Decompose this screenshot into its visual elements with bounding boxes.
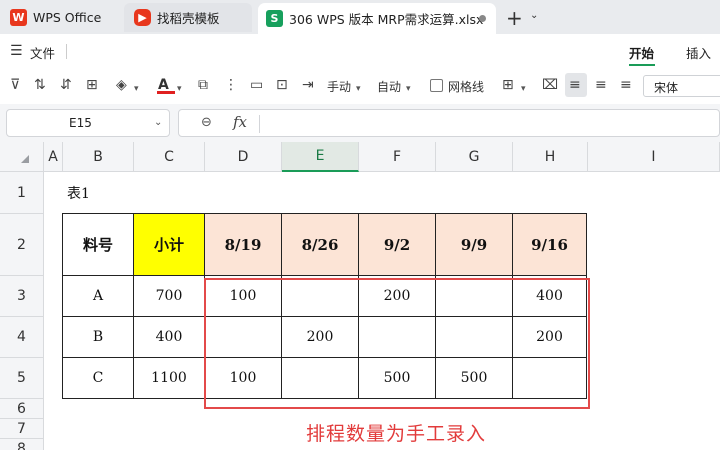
- tab-bar: W WPS Office ▶ 找稻壳模板 S 306 WPS 版本 MRP需求运…: [0, 0, 720, 34]
- wps-logo-icon: W: [10, 9, 27, 26]
- table-caption[interactable]: 表1: [67, 183, 90, 203]
- header-date[interactable]: 9/2: [359, 214, 436, 276]
- select-all-corner[interactable]: [0, 142, 44, 172]
- column-header-i[interactable]: I: [588, 142, 720, 172]
- chevron-down-icon[interactable]: ▾: [356, 80, 361, 98]
- cell-subtotal[interactable]: 1100: [134, 358, 205, 399]
- align-right-icon[interactable]: ≡: [620, 76, 632, 94]
- tab-label: 找稻壳模板: [157, 11, 220, 26]
- fill-color-icon[interactable]: ◈: [116, 76, 127, 94]
- manual-entry-highlight: [204, 278, 590, 409]
- table-style-icon[interactable]: ⊞: [86, 76, 98, 94]
- sort-descending-icon[interactable]: ⇵: [60, 76, 72, 94]
- row-header-5[interactable]: 5: [0, 358, 44, 399]
- column-header-a[interactable]: A: [44, 142, 63, 172]
- header-part[interactable]: 料号: [63, 214, 134, 276]
- active-menu-underline: [629, 64, 655, 66]
- border-icon[interactable]: ⊞: [502, 76, 514, 94]
- tab-template[interactable]: ▶ 找稻壳模板: [124, 3, 252, 32]
- chevron-down-icon[interactable]: ▾: [521, 80, 526, 98]
- clear-format-icon[interactable]: ⌧: [542, 76, 558, 94]
- cell-part[interactable]: C: [63, 358, 134, 399]
- row-header-4[interactable]: 4: [0, 317, 44, 358]
- menu-divider: [66, 44, 67, 59]
- auto-button[interactable]: 自动: [377, 78, 401, 95]
- header-date[interactable]: 8/19: [205, 214, 282, 276]
- row-header-2[interactable]: 2: [0, 214, 44, 276]
- menu-insert[interactable]: 插入: [686, 43, 711, 62]
- filter-icon[interactable]: ⊽: [10, 76, 20, 94]
- formula-bar: E15 ⌄ ⊖ fx: [0, 104, 720, 142]
- manual-button[interactable]: 手动: [327, 78, 351, 95]
- formula-divider: [259, 115, 260, 133]
- menu-start[interactable]: 开始: [629, 43, 654, 62]
- column-header-g[interactable]: G: [436, 142, 513, 172]
- tab-wps-office[interactable]: W WPS Office: [10, 3, 118, 32]
- column-header-c[interactable]: C: [134, 142, 205, 172]
- fit-icon[interactable]: ⇥: [302, 76, 314, 94]
- annotation-text: 排程数量为手工录入: [306, 423, 487, 445]
- header-subtotal[interactable]: 小计: [134, 214, 205, 276]
- tab-spreadsheet[interactable]: S 306 WPS 版本 MRP需求运算.xlsx: [258, 3, 496, 34]
- hamburger-icon[interactable]: ☰: [10, 43, 23, 59]
- header-date[interactable]: 8/26: [282, 214, 359, 276]
- column-header-d[interactable]: D: [205, 142, 282, 172]
- unsaved-dot-icon[interactable]: [479, 15, 486, 22]
- font-family-select[interactable]: 宋体: [643, 75, 720, 97]
- spreadsheet-icon: S: [266, 10, 283, 27]
- gridlines-label: 网格线: [448, 80, 485, 94]
- column-header-e[interactable]: E: [282, 142, 359, 172]
- tab-label: WPS Office: [33, 10, 102, 25]
- gridlines-checkbox[interactable]: [430, 79, 443, 92]
- column-header-b[interactable]: B: [63, 142, 134, 172]
- align-left-icon[interactable]: ≡: [569, 76, 581, 94]
- function-icon[interactable]: fx: [233, 113, 247, 131]
- select-all-icon: [21, 155, 29, 163]
- menu-bar: ☰ 文件 开始 插入: [0, 34, 720, 68]
- row-header-7[interactable]: 7: [0, 419, 44, 439]
- cell-part[interactable]: B: [63, 317, 134, 358]
- chevron-down-icon[interactable]: ⌄: [530, 10, 538, 21]
- freeze-icon[interactable]: ⊡: [276, 76, 288, 94]
- formula-input-area[interactable]: ⊖ fx: [178, 109, 720, 137]
- cell-part[interactable]: A: [63, 276, 134, 317]
- cell-reference: E15: [69, 116, 92, 130]
- column-header-h[interactable]: H: [513, 142, 588, 172]
- row-header-8[interactable]: 8: [0, 439, 44, 450]
- format-painter-icon[interactable]: ⧉: [198, 76, 208, 94]
- cell-subtotal[interactable]: 400: [134, 317, 205, 358]
- row-header-6[interactable]: 6: [0, 399, 44, 419]
- row-header-3[interactable]: 3: [0, 276, 44, 317]
- wrap-icon[interactable]: ▭: [250, 76, 263, 94]
- toolbar: ⊽ ⇅ ⇵ ⊞ ◈ ▾ A ▾ ⧉ ⋮ ▭ ⊡ ⇥ 手动 ▾ 自动 ▾ 网格线 …: [0, 68, 720, 104]
- chevron-down-icon[interactable]: ⌄: [154, 117, 162, 128]
- zoom-icon[interactable]: ⊖: [201, 115, 212, 130]
- row-header-1[interactable]: 1: [0, 172, 44, 214]
- font-color-bar: [157, 91, 175, 94]
- header-date[interactable]: 9/9: [436, 214, 513, 276]
- chevron-down-icon[interactable]: ▾: [134, 80, 139, 98]
- template-icon: ▶: [134, 9, 151, 26]
- chevron-down-icon[interactable]: ▾: [406, 80, 411, 98]
- name-box[interactable]: E15 ⌄: [6, 109, 170, 137]
- column-header-f[interactable]: F: [359, 142, 436, 172]
- sort-ascending-icon[interactable]: ⇅: [34, 76, 46, 94]
- merge-icon[interactable]: ⋮: [224, 76, 238, 94]
- tab-label: 306 WPS 版本 MRP需求运算.xlsx: [289, 12, 484, 27]
- menu-file[interactable]: 文件: [30, 43, 55, 62]
- align-center-icon[interactable]: ≡: [595, 76, 607, 94]
- header-date[interactable]: 9/16: [513, 214, 587, 276]
- chevron-down-icon[interactable]: ▾: [177, 80, 182, 98]
- cell-subtotal[interactable]: 700: [134, 276, 205, 317]
- new-tab-button[interactable]: +: [506, 6, 523, 30]
